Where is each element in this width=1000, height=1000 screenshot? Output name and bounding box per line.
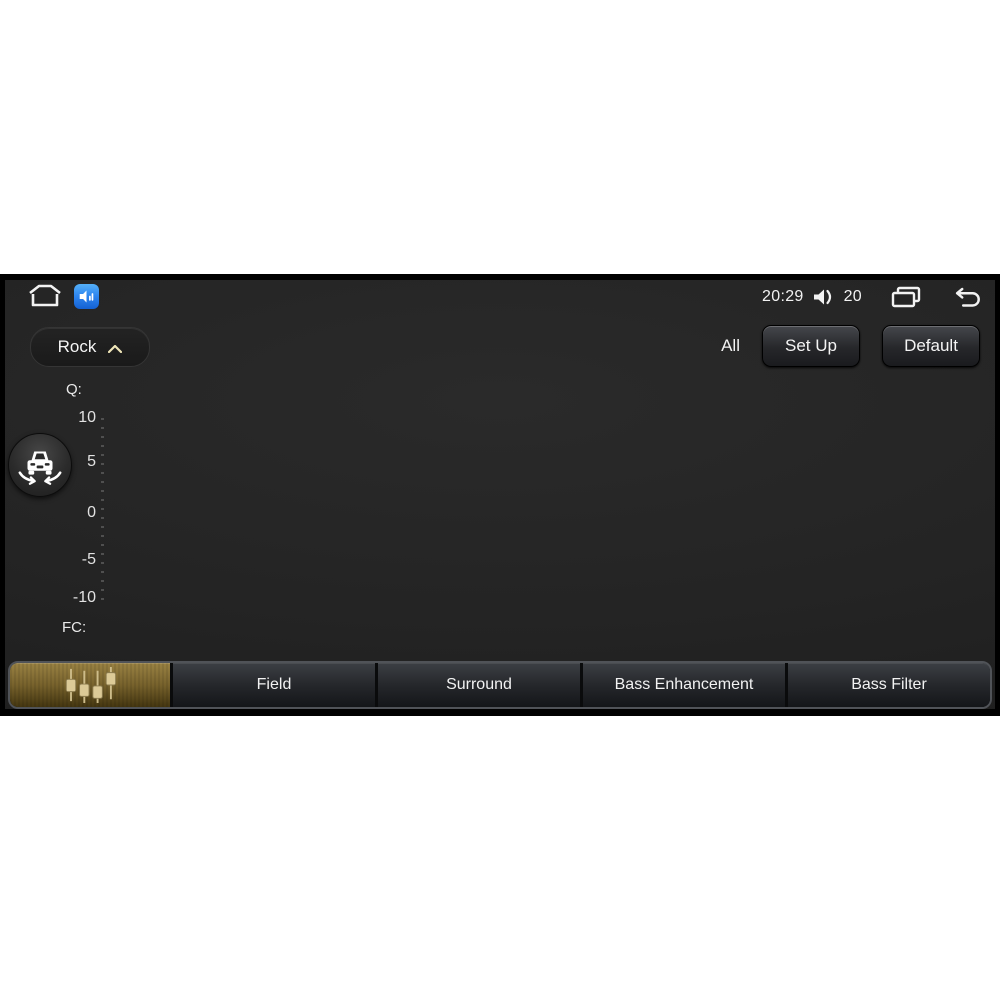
voice-assistant-app-icon [79, 290, 94, 303]
q-row-label: Q: [66, 381, 82, 398]
all-button[interactable]: All [721, 336, 740, 356]
voice-assistant-app-button[interactable] [74, 284, 99, 309]
tab-bass-filter[interactable]: Bass Filter [788, 663, 990, 707]
setup-button[interactable]: Set Up [762, 325, 860, 367]
home-button[interactable] [27, 283, 63, 309]
scale-label: -5 [81, 551, 96, 568]
status-cluster: 20:29 20 [762, 286, 982, 308]
clock: 20:29 [762, 288, 804, 305]
head-unit-screen: 20:29 20 Rock All Set Up Default Q: FC: … [0, 274, 1000, 716]
preset-label: Rock [57, 337, 97, 356]
scale-label: 10 [78, 409, 96, 426]
preset-selector[interactable]: Rock [30, 327, 150, 367]
tab-field[interactable]: Field [173, 663, 375, 707]
scale-label: 0 [87, 504, 96, 521]
home-icon [29, 284, 61, 307]
chevron-up-icon [108, 345, 123, 353]
equalizer-panel: 20:29 20 Rock All Set Up Default Q: FC: … [5, 280, 995, 709]
tab-equalizer[interactable] [10, 663, 170, 707]
scale-tick-marks [101, 418, 104, 602]
bottom-tab-bar: Field Surround Bass Enhancement Bass Fil… [8, 661, 992, 709]
default-button[interactable]: Default [882, 325, 980, 367]
tab-surround[interactable]: Surround [378, 663, 580, 707]
fc-row-label: FC: [62, 619, 87, 636]
back-button[interactable] [950, 286, 982, 308]
tab-bass-enhancement[interactable]: Bass Enhancement [583, 663, 785, 707]
volume-level: 20 [843, 288, 862, 305]
car-driving-mode-icon [18, 451, 62, 485]
scale-label: -10 [72, 589, 96, 606]
page: 20:29 20 Rock All Set Up Default Q: FC: … [0, 0, 1000, 1000]
speaker-icon [813, 289, 831, 305]
recent-apps-button[interactable] [890, 286, 922, 308]
equalizer-icon [65, 666, 117, 704]
header-actions: All Set Up Default [721, 325, 980, 367]
driving-mode-button[interactable] [8, 433, 72, 497]
